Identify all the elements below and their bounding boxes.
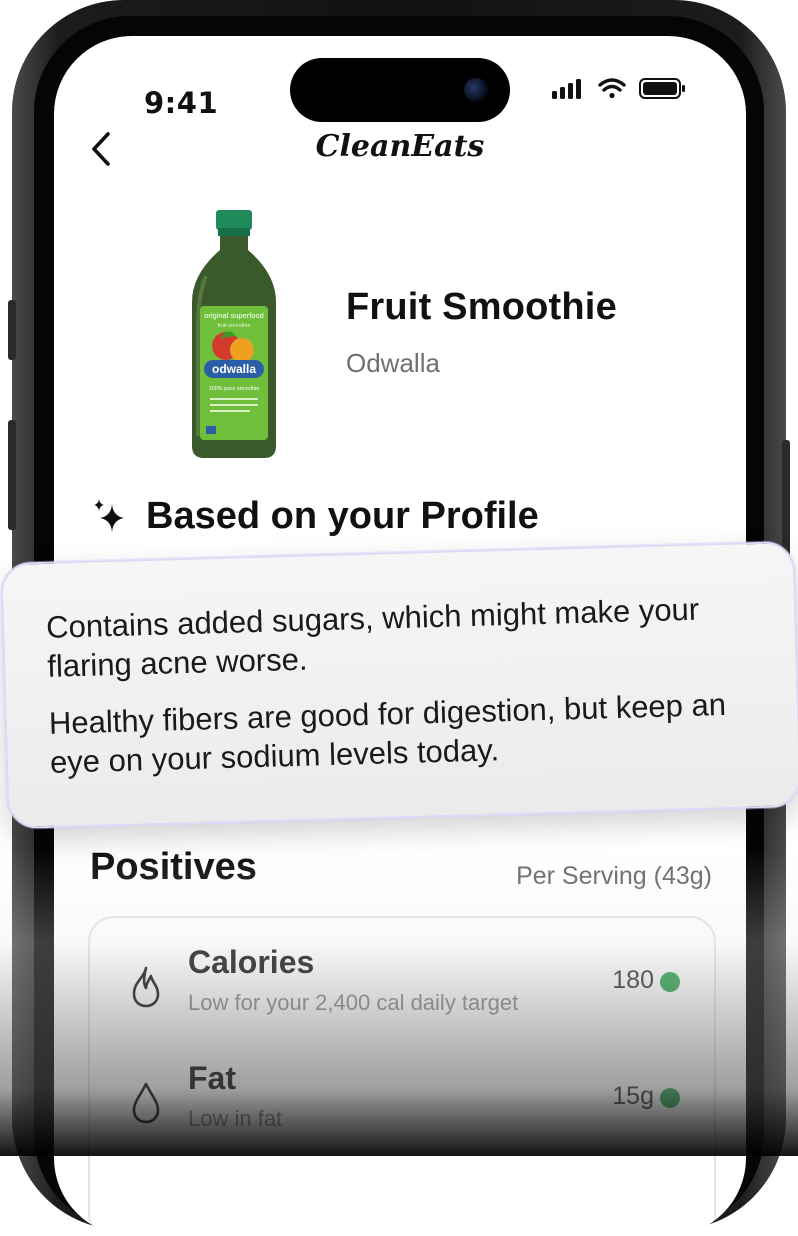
- nutrient-value: 15g: [612, 1082, 654, 1110]
- bottle-logo: odwalla: [212, 362, 256, 376]
- profile-section-heading: Based on your Profile: [90, 494, 539, 538]
- bottle-subtag: fruit smoothie: [217, 323, 250, 329]
- drop-icon: [132, 1082, 160, 1124]
- camera-icon: [464, 78, 488, 102]
- profile-heading-text: Based on your Profile: [146, 494, 539, 537]
- nutrient-row-fat[interactable]: Fat Low in fat 15g: [90, 1054, 714, 1164]
- per-serving-label[interactable]: Per Serving (43g): [516, 862, 712, 891]
- bottle-descriptor: 100% juice smoothie: [209, 386, 260, 392]
- battery-icon: [639, 78, 685, 99]
- profile-insight-callout: Contains added sugars, which might make …: [0, 540, 798, 830]
- product-brand: Odwalla: [346, 348, 440, 378]
- nutrient-name: Fat: [188, 1060, 236, 1096]
- wifi-icon: [598, 78, 626, 99]
- signal-icon: [552, 79, 581, 99]
- nutrient-card: Calories Low for your 2,400 cal daily ta…: [88, 916, 716, 1236]
- status-dot: [660, 1088, 680, 1108]
- status-icons: [552, 78, 685, 99]
- flame-icon: [132, 966, 160, 1008]
- app-title: CleanEats: [315, 129, 485, 164]
- status-dot: [660, 972, 680, 992]
- nutrient-row-calories[interactable]: Calories Low for your 2,400 cal daily ta…: [90, 938, 714, 1048]
- status-time: 9:41: [144, 86, 219, 120]
- product-name: Fruit Smoothie: [346, 286, 617, 328]
- action-button: [8, 300, 16, 360]
- dynamic-island: [290, 58, 510, 122]
- insight-sodium: Healthy fibers are good for digestion, b…: [48, 686, 727, 780]
- nutrient-value: 180: [612, 966, 654, 994]
- bottle-tagline: original superfood: [204, 311, 264, 320]
- positives-title: Positives: [90, 846, 257, 888]
- volume-up-button: [8, 420, 16, 530]
- nutrient-name: Calories: [188, 944, 315, 980]
- nutrient-note: Low for your 2,400 cal daily target: [188, 990, 519, 1015]
- nutrient-note: Low in fat: [188, 1106, 283, 1131]
- sparkle-icon: [94, 499, 124, 532]
- insight-acne: Contains added sugars, which might make …: [45, 591, 700, 684]
- product-image[interactable]: original superfood fruit smoothie odwall…: [176, 206, 292, 464]
